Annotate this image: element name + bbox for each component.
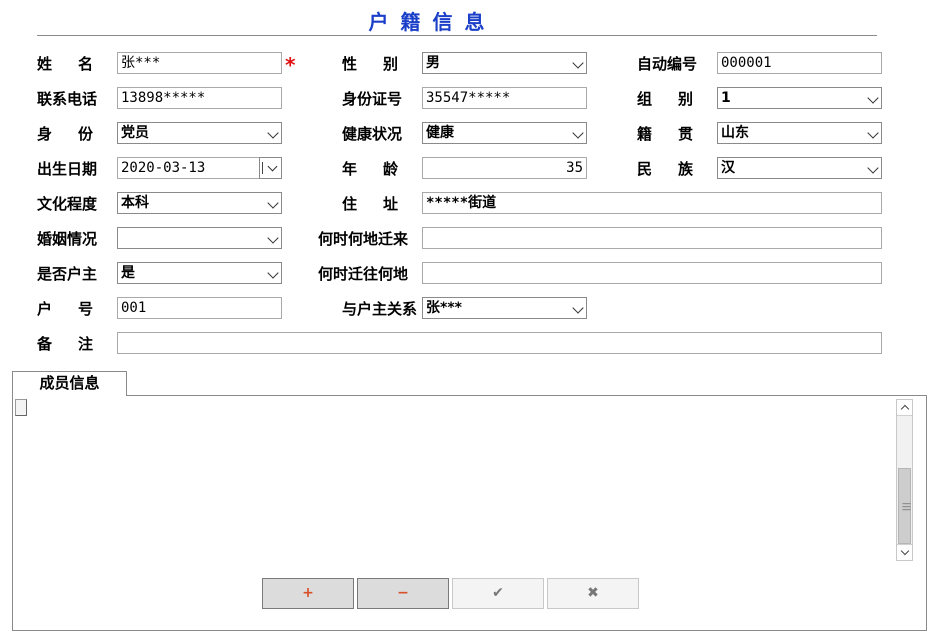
health-select[interactable]: 健康 xyxy=(422,122,587,144)
is-head-select[interactable]: 是 xyxy=(117,262,282,284)
age-field[interactable]: 35 xyxy=(422,157,587,179)
identity-select[interactable]: 党员 xyxy=(117,122,282,144)
native-place-select[interactable]: 山东 xyxy=(717,122,882,144)
health-label: 健康状况 xyxy=(342,125,403,143)
date-separator xyxy=(262,162,263,174)
education-label: 文化程度 xyxy=(37,195,98,213)
identity-value: 党员 xyxy=(121,125,149,141)
chevron-down-icon xyxy=(267,267,279,279)
title-divider xyxy=(37,35,877,36)
health-value: 健康 xyxy=(426,125,454,141)
ethnicity-label: 民族 xyxy=(637,160,720,178)
scroll-up-icon[interactable] xyxy=(897,400,912,416)
chevron-down-icon xyxy=(572,302,584,314)
marital-select[interactable] xyxy=(117,227,282,249)
moved-in-field[interactable] xyxy=(422,227,882,249)
chevron-down-icon xyxy=(267,127,279,139)
confirm-button[interactable]: ✔ xyxy=(452,578,544,609)
household-no-field[interactable]: 001 xyxy=(117,297,282,319)
native-place-value: 山东 xyxy=(721,125,749,141)
name-label: 姓名 xyxy=(37,55,120,73)
is-head-label: 是否户主 xyxy=(37,265,98,283)
ethnicity-value: 汉 xyxy=(721,160,735,176)
required-asterisk: * xyxy=(285,53,296,77)
chevron-down-icon xyxy=(867,92,879,104)
phone-label: 联系电话 xyxy=(37,90,98,108)
date-picker-button[interactable] xyxy=(259,157,282,179)
moved-in-label: 何时何地迁来 xyxy=(318,230,409,248)
education-select[interactable]: 本科 xyxy=(117,192,282,214)
cancel-button[interactable]: ✖ xyxy=(547,578,639,609)
remarks-field[interactable] xyxy=(117,332,882,354)
moved-out-label: 何时迁往何地 xyxy=(318,265,409,283)
chevron-down-icon xyxy=(867,127,879,139)
birth-date-field[interactable]: 2020-03-13 xyxy=(117,157,260,179)
tab-members[interactable]: 成员信息 xyxy=(12,371,127,396)
id-no-label: 身份证号 xyxy=(342,90,403,108)
group-select[interactable]: 1 xyxy=(717,87,882,109)
grip-icon: — — — xyxy=(902,499,911,515)
scroll-thumb[interactable]: — — — xyxy=(898,468,911,544)
moved-out-field[interactable] xyxy=(422,262,882,284)
education-value: 本科 xyxy=(121,195,149,211)
gender-value: 男 xyxy=(426,55,440,71)
birth-date-label: 出生日期 xyxy=(37,160,98,178)
remove-member-button[interactable]: − xyxy=(357,578,449,609)
grid-row-selector[interactable] xyxy=(15,399,27,416)
ethnicity-select[interactable]: 汉 xyxy=(717,157,882,179)
chevron-down-icon xyxy=(867,162,879,174)
add-member-button[interactable]: + xyxy=(262,578,354,609)
gender-label: 性别 xyxy=(342,55,425,73)
auto-no-label: 自动编号 xyxy=(637,55,698,73)
auto-no-field[interactable]: 000001 xyxy=(717,52,882,74)
chevron-down-icon xyxy=(572,127,584,139)
is-head-value: 是 xyxy=(121,265,135,281)
vertical-scrollbar[interactable]: — — — xyxy=(896,399,913,561)
phone-field[interactable]: 13898***** xyxy=(117,87,282,109)
chevron-down-icon xyxy=(267,197,279,209)
scroll-down-icon[interactable] xyxy=(897,544,912,560)
identity-label: 身份 xyxy=(37,125,120,143)
chevron-down-icon xyxy=(267,232,279,244)
page-title: 户籍信息 xyxy=(368,10,497,34)
marital-label: 婚姻情况 xyxy=(37,230,98,248)
age-label: 年龄 xyxy=(342,160,425,178)
id-no-field[interactable]: 35547***** xyxy=(422,87,587,109)
gender-select[interactable]: 男 xyxy=(422,52,587,74)
relation-value: 张*** xyxy=(426,300,462,316)
name-field[interactable]: 张*** xyxy=(117,52,282,74)
relation-label: 与户主关系 xyxy=(342,300,418,318)
relation-select[interactable]: 张*** xyxy=(422,297,587,319)
group-label: 组别 xyxy=(637,90,720,108)
address-label: 住址 xyxy=(342,195,425,213)
household-no-label: 户号 xyxy=(37,300,120,318)
native-place-label: 籍贯 xyxy=(637,125,720,143)
group-value: 1 xyxy=(721,90,731,106)
chevron-down-icon xyxy=(267,161,278,172)
chevron-down-icon xyxy=(572,57,584,69)
remarks-label: 备注 xyxy=(37,335,120,353)
address-field[interactable]: *****街道 xyxy=(422,192,882,214)
